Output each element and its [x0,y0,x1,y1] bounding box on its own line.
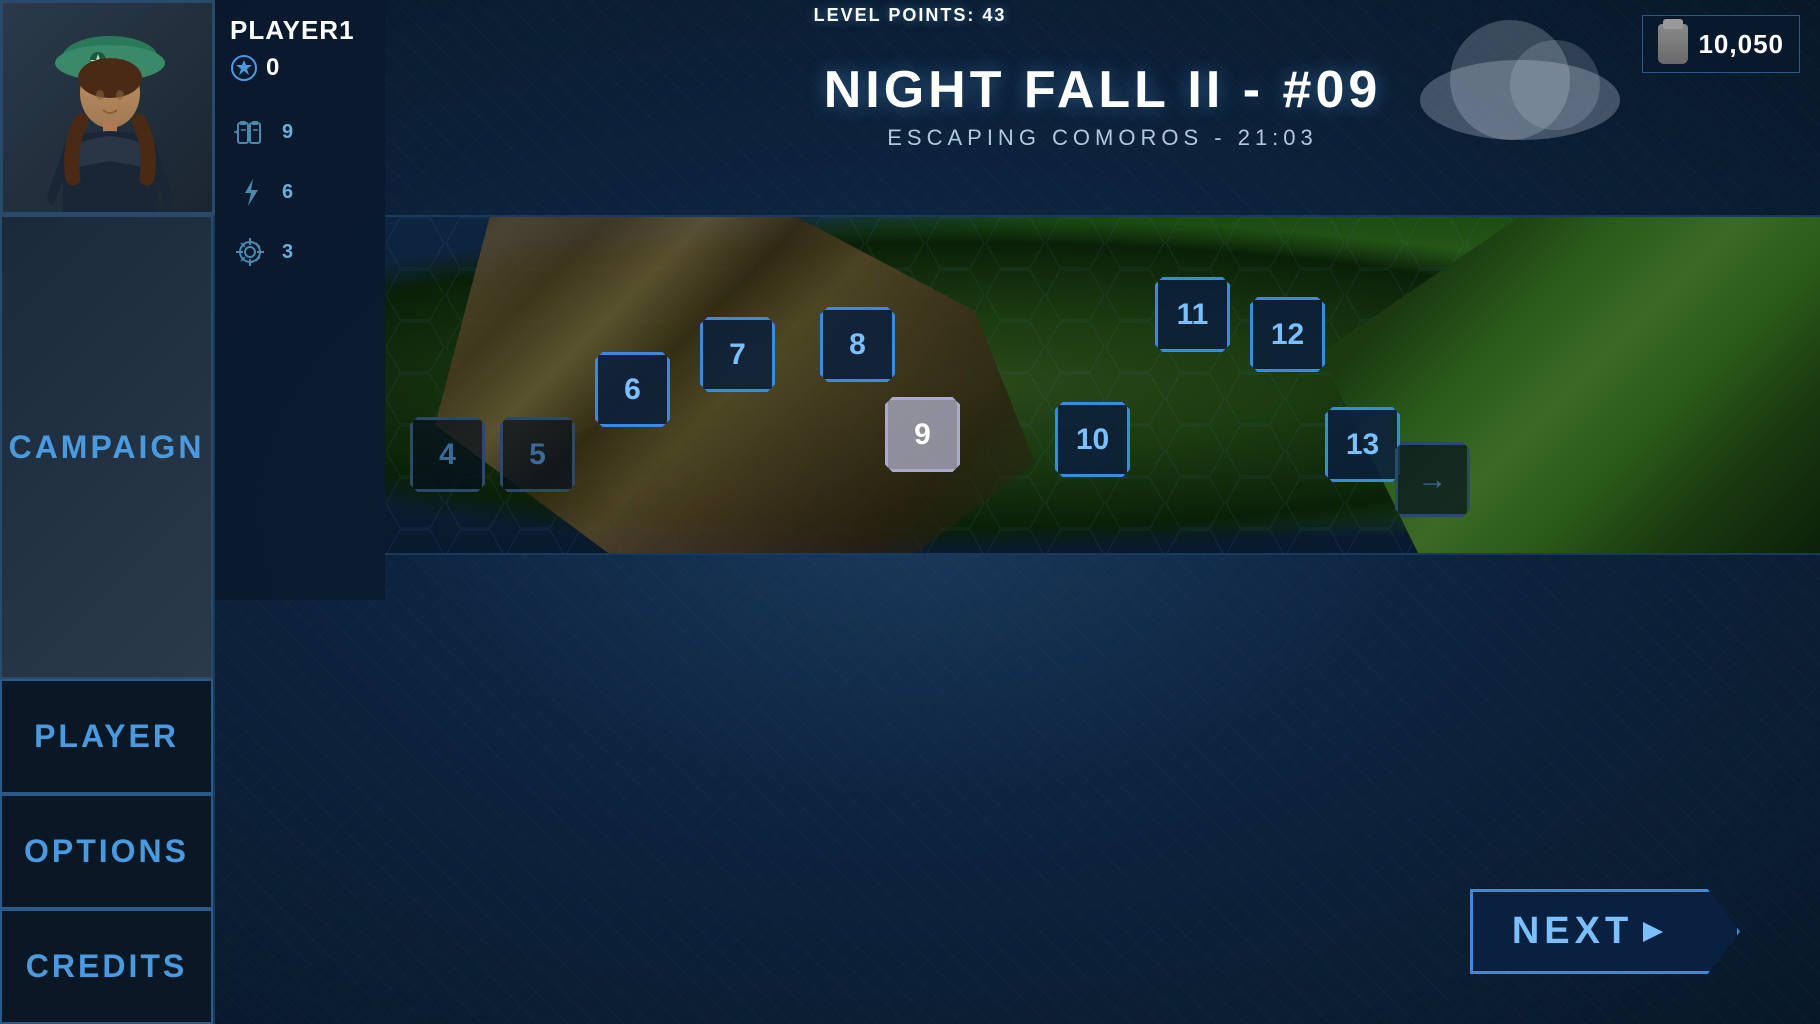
sidebar: CAMPAIGN PLAYER OPTIONS CREDITS [0,0,215,1024]
options-button[interactable]: OPTIONS [0,794,213,909]
player-label: PLAYER [34,718,179,755]
node-13-label: 13 [1346,428,1379,462]
level-points-display: LEVEL POINTS: 43 [814,5,1007,26]
lightning-icon [230,172,270,212]
next-arrow-icon [1638,917,1668,947]
node-12-label: 12 [1271,318,1304,352]
level-node-8[interactable]: 8 [820,307,895,382]
currency-icon [1658,24,1688,64]
node-8-label: 8 [849,328,866,362]
rank-star-icon [230,54,258,82]
level-node-9[interactable]: 9 [885,397,960,472]
ammo-icon [230,112,270,152]
credits-button[interactable]: CREDITS [0,909,213,1024]
level-node-11[interactable]: 11 [1155,277,1230,352]
player-name: PLAYER1 [230,15,370,46]
target-icon [230,232,270,272]
campaign-button[interactable]: CAMPAIGN [0,215,213,679]
credits-label: CREDITS [26,948,187,985]
node-14-label: → [1418,463,1448,497]
target-value: 3 [282,241,293,264]
level-node-14[interactable]: → [1395,442,1470,517]
rank-value: 0 [266,54,279,82]
player-button[interactable]: PLAYER [0,679,213,794]
stats-panel: PLAYER1 0 9 [215,0,385,600]
level-node-7[interactable]: 7 [700,317,775,392]
mission-subtitle: ESCAPING COMOROS - 21:03 [385,125,1820,151]
next-label: NEXT [1512,910,1633,953]
soldier-svg [3,3,212,212]
level-node-10[interactable]: 10 [1055,402,1130,477]
node-5-label: 5 [529,438,546,472]
node-4-label: 4 [439,438,456,472]
target-stat-row: 3 [230,232,370,272]
player-rank: 0 [230,54,370,82]
node-7-label: 7 [729,338,746,372]
level-points-text: LEVEL POINTS: 43 [814,5,1007,25]
campaign-label: CAMPAIGN [9,429,205,466]
currency-amount: 10,050 [1698,29,1784,60]
lightning-stat-row: 6 [230,172,370,212]
node-6-label: 6 [624,373,641,407]
level-node-5[interactable]: 5 [500,417,575,492]
node-9-label: 9 [914,418,931,452]
level-node-13[interactable]: 13 [1325,407,1400,482]
avatar-image [3,3,212,212]
player-avatar-section [0,0,215,215]
level-node-12[interactable]: 12 [1250,297,1325,372]
mission-title: NIGHT FALL II - #09 [385,60,1820,120]
ammo-value: 9 [282,121,293,144]
mission-header: NIGHT FALL II - #09 ESCAPING COMOROS - 2… [385,60,1820,151]
lightning-value: 6 [282,181,293,204]
node-11-label: 11 [1177,298,1209,332]
options-label: OPTIONS [24,833,189,870]
mission-map: 4 5 6 7 8 9 10 11 12 13 → [385,215,1820,555]
ammo-stat-row: 9 [230,112,370,152]
level-node-4[interactable]: 4 [410,417,485,492]
next-button[interactable]: NEXT [1470,889,1740,974]
node-10-label: 10 [1076,423,1109,457]
level-node-6[interactable]: 6 [595,352,670,427]
